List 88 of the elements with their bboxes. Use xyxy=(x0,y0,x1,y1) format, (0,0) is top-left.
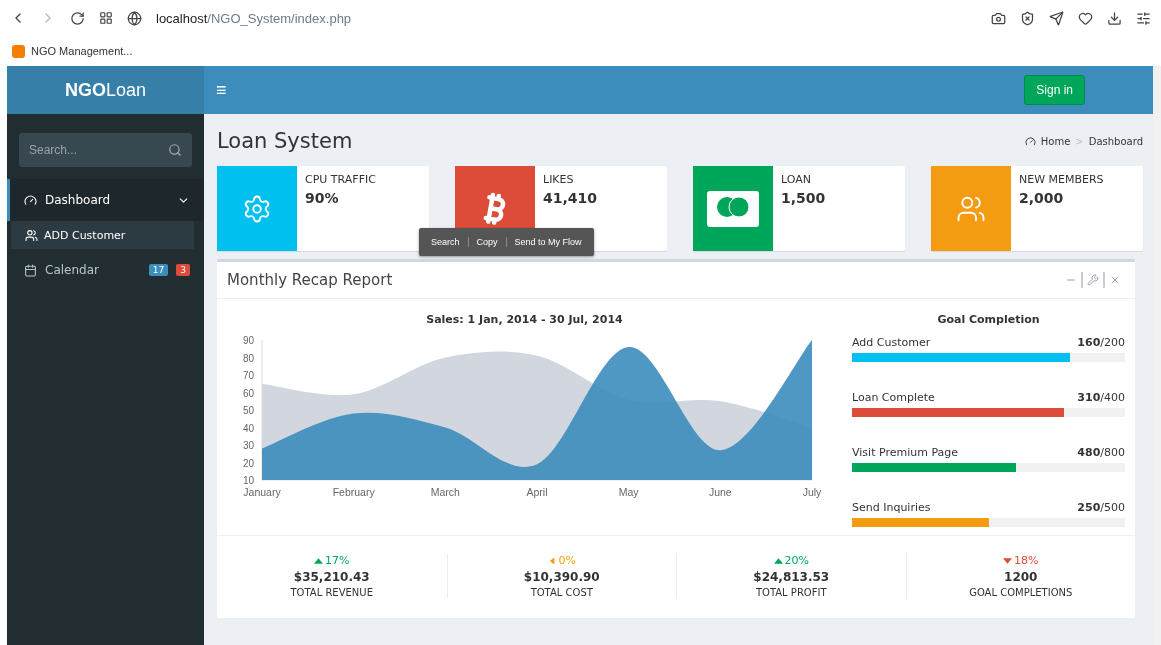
users-icon xyxy=(25,228,38,242)
goal-value: 160/200 xyxy=(1077,336,1125,349)
logo[interactable]: NGOLoan xyxy=(7,66,204,114)
menu-item[interactable]: Send to My Flow xyxy=(505,237,590,247)
bookmark[interactable]: NGO Management... xyxy=(12,44,133,58)
settings-icon[interactable] xyxy=(1136,10,1151,26)
menu-button[interactable]: ≡ xyxy=(216,79,227,101)
info-label: NEW MEMBERS xyxy=(1019,173,1104,186)
stat-amount: $10,390.90 xyxy=(523,570,600,584)
reload-icon[interactable] xyxy=(70,10,85,26)
axis-label: July xyxy=(802,486,822,498)
grid-icon[interactable] xyxy=(99,11,113,25)
download-icon[interactable] xyxy=(1107,10,1122,26)
axis-label: 70 xyxy=(242,370,254,381)
stat-amount: $35,210.43 xyxy=(293,570,370,584)
change-percent: 20% xyxy=(773,554,809,567)
goal-label: Add Customer xyxy=(852,336,931,349)
axis-label: February xyxy=(332,486,375,498)
heart-icon[interactable] xyxy=(1078,10,1093,26)
gauge-icon xyxy=(24,193,37,207)
change-percent: 17% xyxy=(314,554,350,567)
trend-down-icon xyxy=(1003,556,1012,565)
chart-title: Sales: 1 Jan, 2014 - 30 Jul, 2014 xyxy=(426,313,623,326)
axis-label: 90 xyxy=(242,335,254,346)
breadcrumb-separator: > xyxy=(1075,135,1084,147)
axis-label: June xyxy=(708,486,732,498)
stat-label: TOTAL REVENUE xyxy=(290,587,373,598)
axis-label: April xyxy=(526,486,548,498)
change-percent: 0% xyxy=(547,554,576,567)
stat-label: TOTAL COST xyxy=(530,587,593,598)
stat-amount: 1200 xyxy=(1004,570,1038,584)
nav-item[interactable]: Calendar 17 3 xyxy=(7,249,204,291)
trend-up-icon xyxy=(314,556,323,565)
address-field[interactable]: localhost/NGO_System/index.php xyxy=(156,10,352,26)
gear-icon xyxy=(242,193,272,224)
info-label: LIKES xyxy=(543,173,575,186)
breadcrumb-link[interactable]: Home xyxy=(1040,135,1071,147)
info-value: 90% xyxy=(305,190,340,206)
info-label: LOAN xyxy=(781,173,812,186)
stat-amount: $24,813.53 xyxy=(753,570,830,584)
goal-label: Send Inquiries xyxy=(852,501,931,514)
globe-icon xyxy=(127,10,142,26)
search-field[interactable]: Search... xyxy=(19,133,192,167)
close-icon xyxy=(1109,274,1121,286)
axis-label: January xyxy=(243,486,281,498)
shield-icon[interactable] xyxy=(1020,10,1035,26)
search-icon[interactable] xyxy=(168,143,182,157)
goals-title: Goal Completion xyxy=(936,313,1041,326)
info-value: 41,410 xyxy=(543,190,598,206)
card-icon xyxy=(707,190,759,227)
change-percent: 18% xyxy=(1003,554,1039,567)
menu-item[interactable]: Search xyxy=(423,237,468,247)
menu-item[interactable]: Copy xyxy=(467,237,506,247)
stat-label: GOAL COMPLETIONS xyxy=(969,587,1073,598)
info-value: 1,500 xyxy=(781,190,826,206)
card-title: Monthly Recap Report xyxy=(227,271,394,289)
goal-value: 310/400 xyxy=(1077,391,1125,404)
count-badge: 3 xyxy=(176,264,190,276)
send-icon[interactable] xyxy=(1049,10,1064,26)
scrollbar[interactable] xyxy=(1153,66,1161,645)
axis-label: 50 xyxy=(242,405,254,416)
camera-icon[interactable] xyxy=(991,10,1006,26)
count-badge: 17 xyxy=(148,264,169,276)
stat-label: TOTAL PROFIT xyxy=(755,587,827,598)
goal-value: 480/800 xyxy=(1077,446,1125,459)
info-value: 2,000 xyxy=(1019,190,1065,206)
gauge-icon xyxy=(1024,135,1036,147)
goal-label: Visit Premium Page xyxy=(852,446,958,459)
info-label: CPU TRAFFIC xyxy=(305,173,376,186)
axis-label: 60 xyxy=(242,387,254,399)
wrench-icon xyxy=(1087,274,1099,286)
axis-label: 30 xyxy=(242,440,254,451)
trend-up-icon xyxy=(773,556,783,565)
axis-label: 40 xyxy=(242,422,254,434)
nav-subitem[interactable]: ADD Customer xyxy=(11,221,194,249)
axis-label: March xyxy=(430,486,460,498)
page-title: Loan System xyxy=(217,129,353,153)
nav-item[interactable]: Dashboard xyxy=(7,179,204,221)
calendar-icon xyxy=(24,263,37,277)
axis-label: 80 xyxy=(242,352,254,364)
breadcrumb-link[interactable]: Dashboard xyxy=(1088,135,1143,147)
bookmark-icon xyxy=(12,44,25,58)
axis-label: May xyxy=(618,486,639,498)
goal-value: 250/500 xyxy=(1077,501,1125,514)
goal-label: Loan Complete xyxy=(852,391,935,404)
axis-label: 10 xyxy=(242,475,254,486)
axis-label: 20 xyxy=(242,457,254,469)
trend-flat-icon xyxy=(547,556,557,565)
